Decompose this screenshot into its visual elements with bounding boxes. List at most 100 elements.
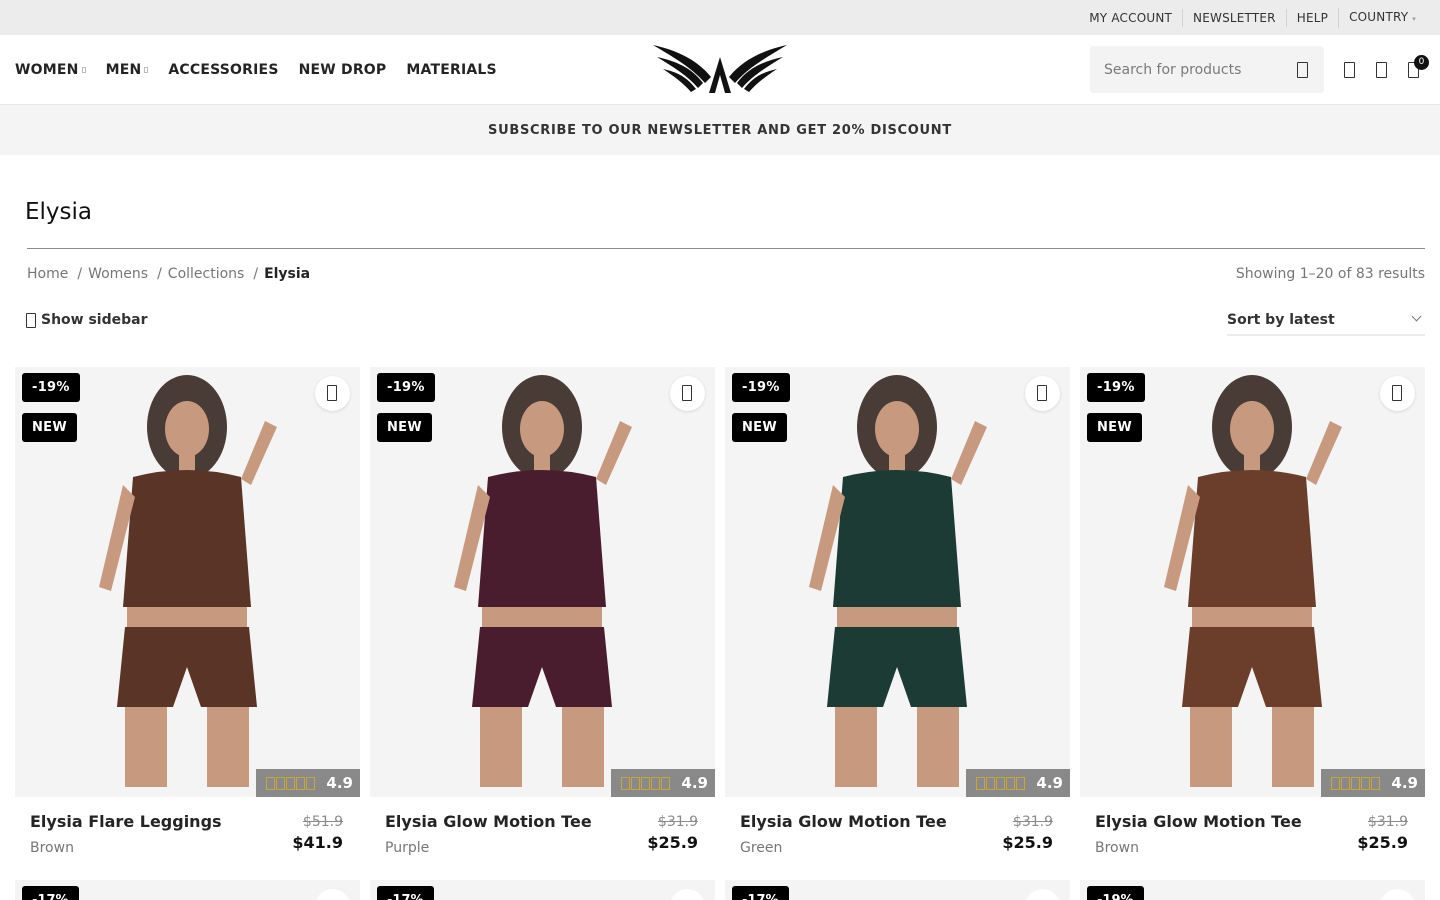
sale-price: $41.9	[292, 833, 343, 852]
old-price: $31.9	[657, 814, 698, 830]
search-icon[interactable]	[1297, 62, 1308, 78]
rating-stars	[266, 776, 316, 790]
site-logo[interactable]	[651, 43, 789, 95]
heart-icon	[1392, 385, 1402, 401]
nav-item-label: MEN	[105, 61, 142, 78]
add-to-wishlist-button[interactable]	[670, 376, 705, 411]
breadcrumb-womens[interactable]: Womens	[88, 266, 148, 282]
product-color: Brown	[30, 840, 74, 856]
product-color: Green	[740, 840, 783, 856]
product-card[interactable]: -19% NEW 4.9 Elysia Glow Motion Tee Brow…	[1080, 367, 1425, 877]
my-account-link[interactable]: MY ACCOUNT	[1079, 9, 1182, 27]
rating-score: 4.9	[1036, 774, 1063, 792]
product-card[interactable]: -17%	[15, 880, 360, 900]
chevron-down-icon	[144, 66, 149, 73]
star-icon	[296, 776, 306, 790]
star-icon	[986, 776, 996, 790]
nav-item-men[interactable]: MEN	[106, 62, 149, 78]
product-card[interactable]: -17%	[725, 880, 1070, 900]
product-name-link[interactable]: Elysia Glow Motion Tee	[385, 812, 592, 831]
star-icon	[661, 776, 671, 790]
star-icon	[651, 776, 661, 790]
product-color: Purple	[385, 840, 430, 856]
nav-item-women[interactable]: WOMEN	[15, 62, 86, 78]
discount-badge: -19%	[1087, 373, 1145, 402]
chevron-down-icon	[1411, 311, 1422, 322]
promo-text: SUBSCRIBE TO OUR NEWSLETTER AND GET 20% …	[488, 122, 952, 138]
rating-score: 4.9	[1391, 774, 1418, 792]
product-card[interactable]: -19%	[1080, 880, 1425, 900]
product-name-link[interactable]: Elysia Glow Motion Tee	[1095, 812, 1302, 831]
sort-label: Sort by latest	[1227, 312, 1335, 328]
title-divider	[27, 248, 1425, 249]
new-badge: NEW	[1087, 413, 1142, 442]
heart-icon	[682, 385, 692, 401]
account-icon[interactable]	[1344, 62, 1355, 78]
star-icon	[996, 776, 1006, 790]
star-icon	[976, 776, 986, 790]
add-to-wishlist-button[interactable]	[315, 889, 350, 900]
help-link[interactable]: HELP	[1285, 8, 1338, 27]
product-image[interactable]: -19% NEW 4.9	[370, 367, 715, 797]
product-card[interactable]: -19% NEW 4.9 Elysia Glow Motion Tee Gree…	[725, 367, 1070, 877]
breadcrumb-collections[interactable]: Collections	[168, 266, 245, 282]
show-sidebar-label: Show sidebar	[41, 312, 148, 328]
product-card[interactable]: -19% NEW 4.9 Elysia Flare Leggings Brown…	[15, 367, 360, 877]
nav-item-materials[interactable]: MATERIALS	[406, 62, 496, 78]
add-to-wishlist-button[interactable]	[670, 889, 705, 900]
star-icon	[1361, 776, 1371, 790]
star-icon	[631, 776, 641, 790]
page-title: Elysia	[25, 199, 93, 225]
product-info: Elysia Flare Leggings Brown $51.9 $41.9	[15, 797, 360, 877]
discount-badge: -17%	[732, 886, 789, 900]
product-color: Brown	[1095, 840, 1139, 856]
star-icon	[641, 776, 651, 790]
add-to-wishlist-button[interactable]	[315, 376, 350, 411]
results-count: Showing 1–20 of 83 results	[1235, 266, 1425, 282]
new-badge: NEW	[732, 413, 787, 442]
discount-badge: -19%	[1087, 886, 1144, 900]
rating-score: 4.9	[681, 774, 708, 792]
sale-price: $25.9	[1002, 833, 1053, 852]
search-box	[1090, 46, 1324, 93]
product-info: Elysia Glow Motion Tee Green $31.9 $25.9	[725, 797, 1070, 877]
breadcrumb-separator: /	[253, 266, 259, 282]
newsletter-promo-banner[interactable]: SUBSCRIBE TO OUR NEWSLETTER AND GET 20% …	[0, 105, 1440, 155]
product-name-link[interactable]: Elysia Flare Leggings	[30, 812, 222, 831]
show-sidebar-button[interactable]: Show sidebar	[26, 312, 148, 328]
new-badge: NEW	[22, 413, 77, 442]
breadcrumb-current: Elysia	[264, 266, 311, 282]
star-icon	[1351, 776, 1361, 790]
add-to-wishlist-button[interactable]	[1025, 889, 1060, 900]
star-icon	[1371, 776, 1381, 790]
rating-bar: 4.9	[966, 769, 1070, 797]
product-card[interactable]: -19% NEW 4.9 Elysia Glow Motion Tee Purp…	[370, 367, 715, 877]
chevron-down-icon: ▾	[1412, 14, 1416, 23]
wishlist-icon[interactable]	[1376, 62, 1387, 78]
rating-bar: 4.9	[611, 769, 715, 797]
product-image[interactable]: -19% NEW 4.9	[725, 367, 1070, 797]
newsletter-link[interactable]: NEWSLETTER	[1182, 8, 1286, 27]
chevron-down-icon	[81, 66, 86, 73]
discount-badge: -17%	[22, 886, 79, 900]
star-icon	[306, 776, 316, 790]
star-icon	[1016, 776, 1026, 790]
nav-item-new-drop[interactable]: NEW DROP	[299, 62, 387, 78]
country-selector[interactable]: COUNTRY ▾	[1338, 7, 1426, 28]
nav-item-accessories[interactable]: ACCESSORIES	[168, 62, 278, 78]
product-card[interactable]: -17%	[370, 880, 715, 900]
add-to-wishlist-button[interactable]	[1025, 376, 1060, 411]
search-input[interactable]	[1090, 46, 1280, 93]
nav-item-label: WOMEN	[15, 61, 79, 78]
sort-select[interactable]: Sort by latest	[1227, 309, 1425, 336]
product-name-link[interactable]: Elysia Glow Motion Tee	[740, 812, 947, 831]
add-to-wishlist-button[interactable]	[1380, 376, 1415, 411]
heart-icon	[1037, 385, 1047, 401]
breadcrumb-home[interactable]: Home	[27, 266, 68, 282]
add-to-wishlist-button[interactable]	[1380, 889, 1415, 900]
cart-count-badge: 0	[1414, 55, 1429, 70]
product-image[interactable]: -19% NEW 4.9	[1080, 367, 1425, 797]
country-label: COUNTRY	[1349, 9, 1409, 24]
product-image[interactable]: -19% NEW 4.9	[15, 367, 360, 797]
breadcrumb-separator: /	[77, 266, 83, 282]
